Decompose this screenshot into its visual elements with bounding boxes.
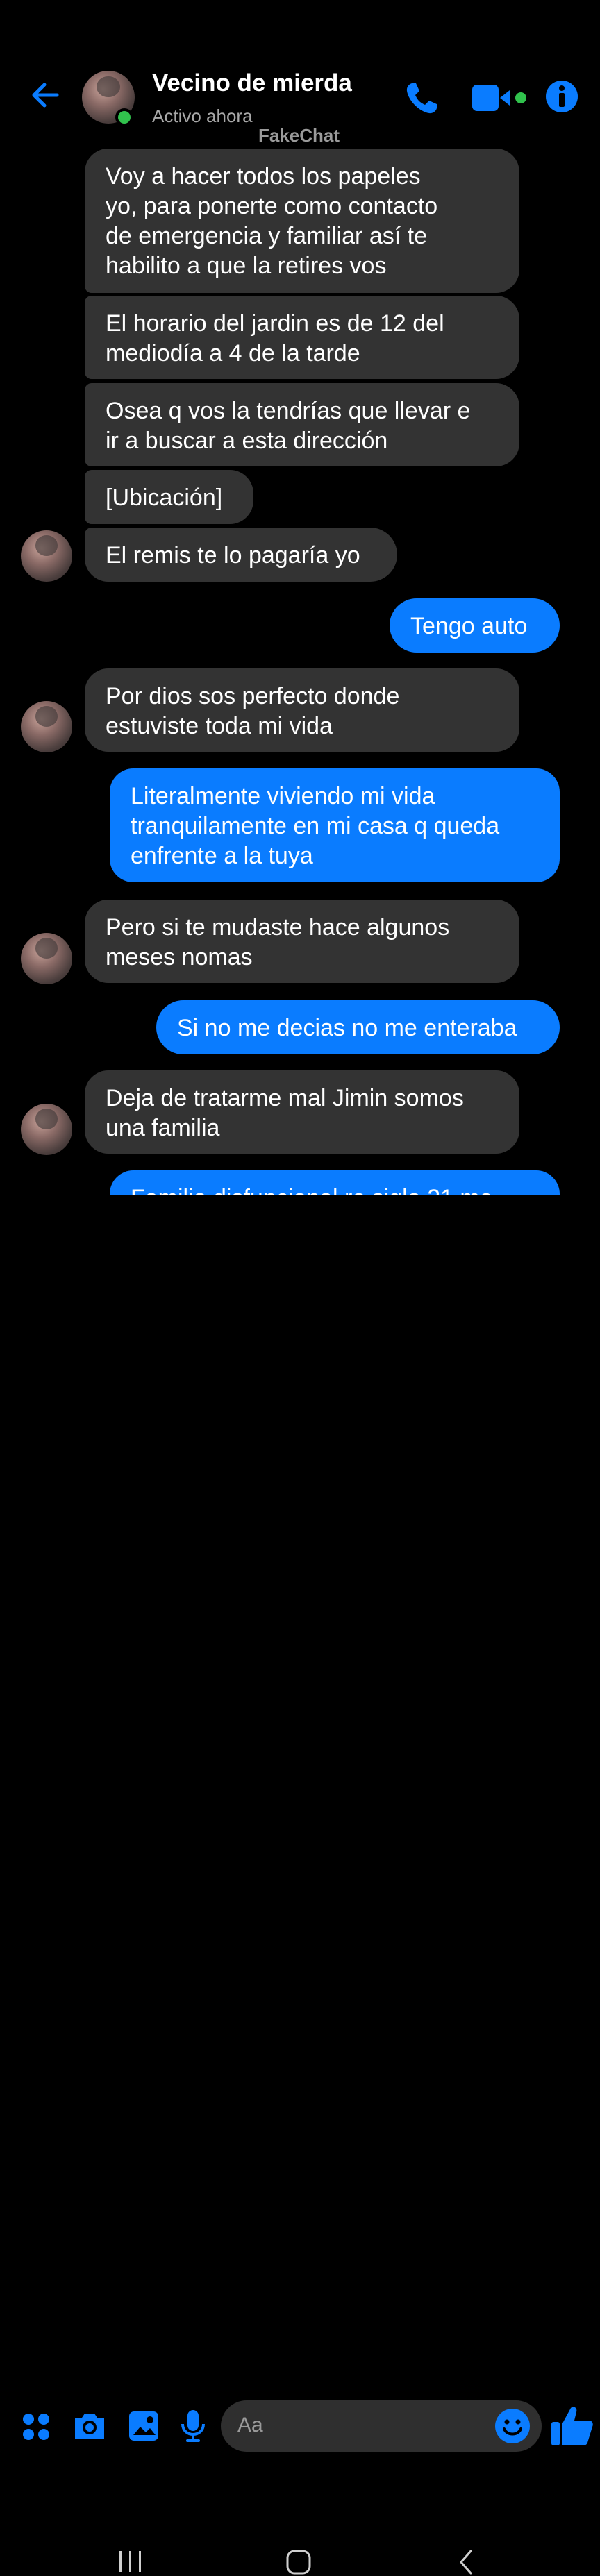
message-bubble-outgoing[interactable]: Tengo auto [390, 598, 560, 653]
phone-icon[interactable] [403, 80, 440, 117]
message-line: tranquilamente en mi casa q queda [131, 813, 500, 839]
apps-grid-icon[interactable] [21, 2411, 51, 2442]
message-bubble-outgoing[interactable]: Literalmente viviendo mi vida tranquilam… [110, 768, 560, 882]
watermark-text: FakeChat [258, 125, 340, 146]
message-line: Osea q vos la tendrías que llevar e [106, 398, 471, 424]
emoji-icon[interactable] [494, 2408, 531, 2444]
message-line: Deja de tratarme mal Jimin somos [106, 1085, 464, 1111]
message-bubble-incoming[interactable]: Por dios sos perfecto donde estuviste to… [85, 668, 519, 752]
message-line: [Ubicación] [106, 485, 223, 511]
message-line: Voy a hacer todos los papeles [106, 163, 421, 190]
chat-header: Vecino de mierda Activo ahora FakeChat [0, 0, 600, 146]
message-input-placeholder: Aa [238, 2414, 263, 2436]
active-status: Activo ahora [152, 106, 253, 126]
message-line: habilito a que la retires vos [106, 253, 387, 279]
message-line: Tengo auto [410, 613, 528, 639]
message-line: enfrente a la tuya [131, 843, 313, 869]
message-input[interactable] [221, 2400, 542, 2452]
contact-name[interactable]: Vecino de mierda [152, 69, 352, 97]
contact-avatar[interactable] [21, 933, 72, 984]
info-icon[interactable] [544, 79, 579, 114]
message-line: mediodía a 4 de la tarde [106, 340, 360, 367]
message-line: Si no me decias no me enteraba [177, 1015, 517, 1041]
message-line: El horario del jardin es de 12 del [106, 310, 444, 337]
message-composer: Aa [0, 1195, 600, 2452]
message-bubble-incoming[interactable]: Osea q vos la tendrías que llevar e ir a… [85, 383, 519, 466]
contact-avatar[interactable] [21, 1104, 72, 1155]
message-line: de emergencia y familiar así te [106, 223, 427, 249]
back-arrow-icon[interactable] [28, 78, 62, 112]
gallery-icon[interactable] [128, 2410, 160, 2442]
system-navigation-bar [0, 1265, 600, 2575]
video-camera-icon[interactable] [472, 82, 529, 114]
message-bubble-outgoing[interactable]: Si no me decias no me enteraba [156, 1000, 560, 1054]
microphone-icon[interactable] [179, 2409, 207, 2443]
location-bubble[interactable]: [Ubicación] [85, 470, 253, 524]
thumbs-up-icon[interactable] [550, 2404, 594, 2448]
message-bubble-incoming[interactable]: Voy a hacer todos los papeles yo, para p… [85, 149, 519, 293]
back-nav-icon[interactable] [456, 2548, 476, 2576]
message-bubble-incoming[interactable]: Deja de tratarme mal Jimin somos una fam… [85, 1070, 519, 1154]
message-line: meses nomas [106, 944, 253, 970]
message-line: ir a buscar a esta dirección [106, 428, 388, 454]
message-line: estuviste toda mi vida [106, 713, 333, 739]
message-line: Literalmente viviendo mi vida [131, 783, 435, 809]
message-line: una familia [106, 1115, 220, 1141]
contact-avatar[interactable] [21, 530, 72, 582]
message-line: Por dios sos perfecto donde [106, 683, 400, 709]
message-line: Pero si te mudaste hace algunos [106, 914, 450, 941]
contact-avatar[interactable] [21, 701, 72, 752]
home-icon[interactable] [285, 2548, 312, 2576]
message-bubble-incoming[interactable]: El horario del jardin es de 12 del medio… [85, 296, 519, 379]
camera-icon[interactable] [72, 2411, 107, 2441]
message-bubble-incoming[interactable]: El remis te lo pagaría yo [85, 528, 397, 582]
message-line: yo, para ponerte como contacto [106, 193, 438, 219]
recent-apps-icon[interactable] [117, 2550, 144, 2573]
message-line: El remis te lo pagaría yo [106, 542, 360, 569]
message-bubble-incoming[interactable]: Pero si te mudaste hace algunos meses no… [85, 900, 519, 983]
online-status-dot [115, 108, 133, 126]
